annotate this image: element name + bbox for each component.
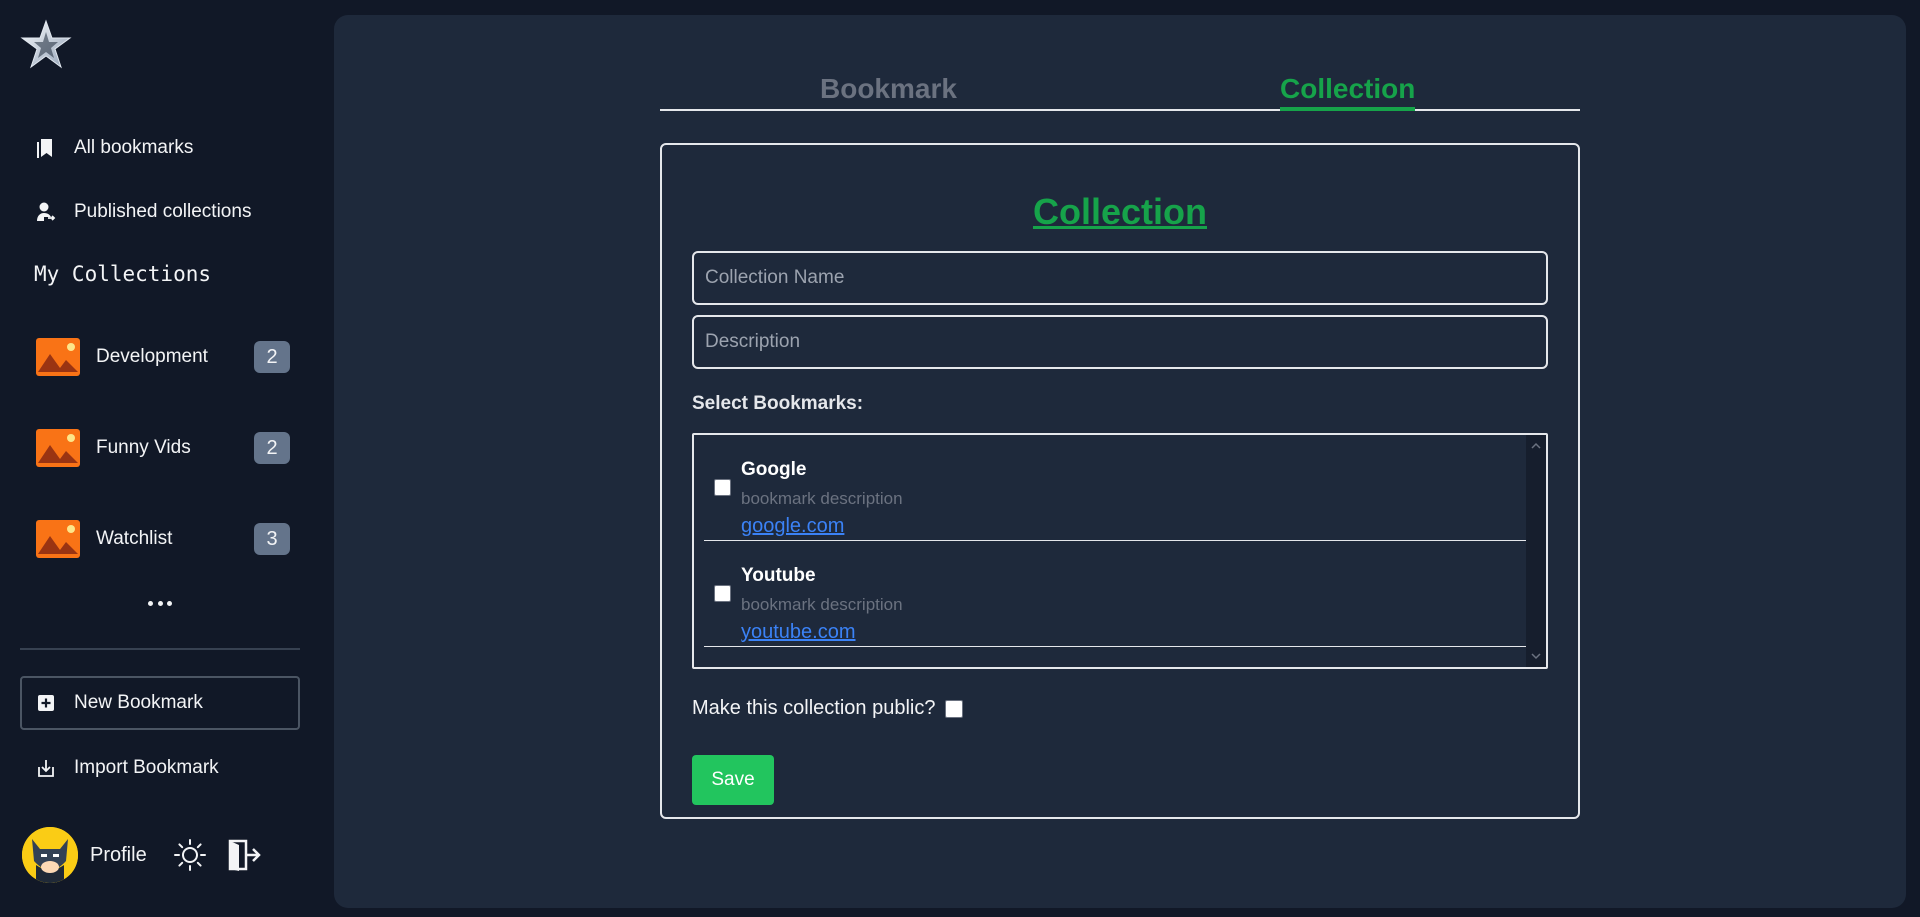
bookmark-link[interactable]: youtube.com <box>741 621 856 644</box>
chevron-down-icon[interactable] <box>1529 649 1543 663</box>
image-icon <box>36 520 80 558</box>
bookmark-list-inner: Google bookmark description google.com Y… <box>694 435 1526 667</box>
new-bookmark-label: New Bookmark <box>74 692 203 713</box>
theme-toggle-sun-icon[interactable] <box>173 838 207 872</box>
app-logo[interactable] <box>18 18 74 74</box>
make-public-checkbox[interactable] <box>945 699 964 718</box>
more-dots-icon[interactable] <box>148 596 172 610</box>
collection-form-card: Collection Select Bookmarks: Google book… <box>660 143 1580 819</box>
collection-item-watchlist[interactable]: Watchlist 3 <box>36 517 290 561</box>
logout-icon[interactable] <box>227 838 261 872</box>
main-panel: Bookmark Collection Collection Select Bo… <box>334 15 1906 908</box>
count-badge: 2 <box>254 341 290 373</box>
collection-item-funny-vids[interactable]: Funny Vids 2 <box>36 426 290 470</box>
section-title-my-collections: My Collections <box>34 262 212 286</box>
sidebar-divider <box>20 648 300 650</box>
tab-bookmark[interactable]: Bookmark <box>820 73 957 105</box>
sidebar: All bookmarks Published collections My C… <box>0 0 330 917</box>
bookmark-description: bookmark description <box>741 595 903 614</box>
bookmark-checkbox[interactable] <box>714 478 731 496</box>
nav-all-bookmarks[interactable]: All bookmarks <box>20 124 300 172</box>
bookmark-title: Google <box>741 459 807 480</box>
profile-label[interactable]: Profile <box>90 844 147 867</box>
nav-label: All bookmarks <box>74 137 194 158</box>
image-icon <box>36 338 80 376</box>
collection-name: Funny Vids <box>96 437 191 458</box>
image-icon <box>36 429 80 467</box>
bookmark-description: bookmark description <box>741 489 903 508</box>
save-button[interactable]: Save <box>692 755 774 805</box>
nav-label: Published collections <box>74 201 252 222</box>
tab-collection[interactable]: Collection <box>1280 73 1416 111</box>
import-icon <box>36 757 56 779</box>
plus-square-icon <box>36 692 56 714</box>
description-input[interactable] <box>692 315 1548 369</box>
user-share-icon <box>36 201 56 223</box>
count-badge: 3 <box>254 523 290 555</box>
bookmark-select-list: Google bookmark description google.com Y… <box>692 433 1548 669</box>
bookmark-title: Youtube <box>741 565 816 586</box>
new-bookmark-action[interactable]: New Bookmark <box>20 679 300 727</box>
tab-bar: Bookmark Collection <box>660 55 1580 111</box>
chevron-up-icon[interactable] <box>1529 439 1543 453</box>
bookmarks-icon <box>36 137 56 159</box>
collection-name-input[interactable] <box>692 251 1548 305</box>
nav-published-collections[interactable]: Published collections <box>20 188 300 236</box>
profile-row: Profile <box>22 826 261 884</box>
select-bookmarks-label: Select Bookmarks: <box>692 393 864 414</box>
list-item: Youtube bookmark description youtube.com <box>704 541 1526 647</box>
list-item: Google bookmark description google.com <box>704 435 1526 541</box>
import-bookmark-label: Import Bookmark <box>74 757 219 778</box>
import-bookmark-button[interactable]: Import Bookmark <box>20 744 300 792</box>
collection-item-development[interactable]: Development 2 <box>36 335 290 379</box>
list-scrollbar[interactable] <box>1526 435 1546 667</box>
count-badge: 2 <box>254 432 290 464</box>
avatar[interactable] <box>22 827 78 883</box>
bookmark-link[interactable]: google.com <box>741 515 844 538</box>
collection-name: Watchlist <box>96 528 173 549</box>
collection-name: Development <box>96 346 208 367</box>
make-public-row: Make this collection public? <box>692 697 964 720</box>
bookmark-checkbox[interactable] <box>714 584 731 602</box>
form-title: Collection <box>1032 191 1207 232</box>
make-public-label: Make this collection public? <box>692 697 936 719</box>
